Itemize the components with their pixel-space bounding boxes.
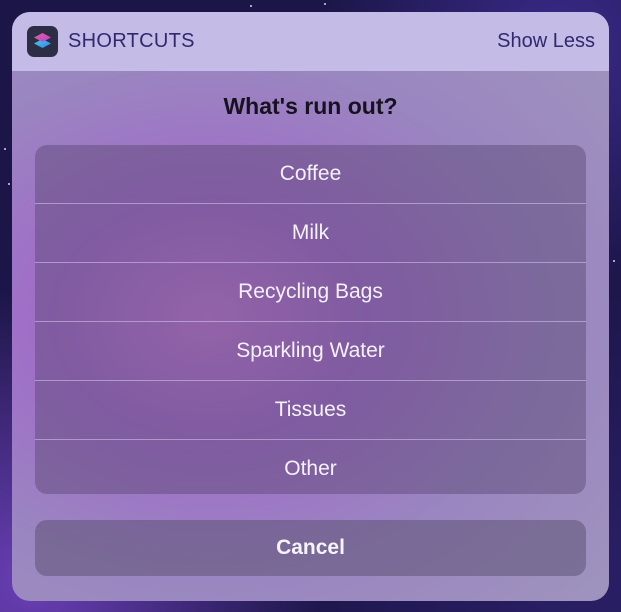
cancel-button[interactable]: Cancel: [35, 520, 586, 576]
background-star: [4, 148, 6, 150]
option-sparkling-water[interactable]: Sparkling Water: [35, 322, 586, 381]
shortcuts-widget: SHORTCUTS Show Less What's run out? Coff…: [12, 12, 609, 601]
option-coffee[interactable]: Coffee: [35, 145, 586, 204]
option-tissues[interactable]: Tissues: [35, 381, 586, 440]
option-recycling-bags[interactable]: Recycling Bags: [35, 263, 586, 322]
options-list: Coffee Milk Recycling Bags Sparkling Wat…: [35, 145, 586, 494]
background-star: [250, 5, 252, 7]
background-star: [613, 260, 615, 262]
widget-header: SHORTCUTS Show Less: [12, 12, 609, 71]
app-name-label: SHORTCUTS: [68, 30, 195, 52]
show-less-button[interactable]: Show Less: [497, 30, 595, 53]
background-star: [324, 3, 326, 5]
background-star: [8, 183, 10, 185]
prompt-title: What's run out?: [223, 93, 398, 119]
option-other[interactable]: Other: [35, 440, 586, 494]
option-milk[interactable]: Milk: [35, 204, 586, 263]
shortcuts-app-icon: [27, 26, 58, 57]
